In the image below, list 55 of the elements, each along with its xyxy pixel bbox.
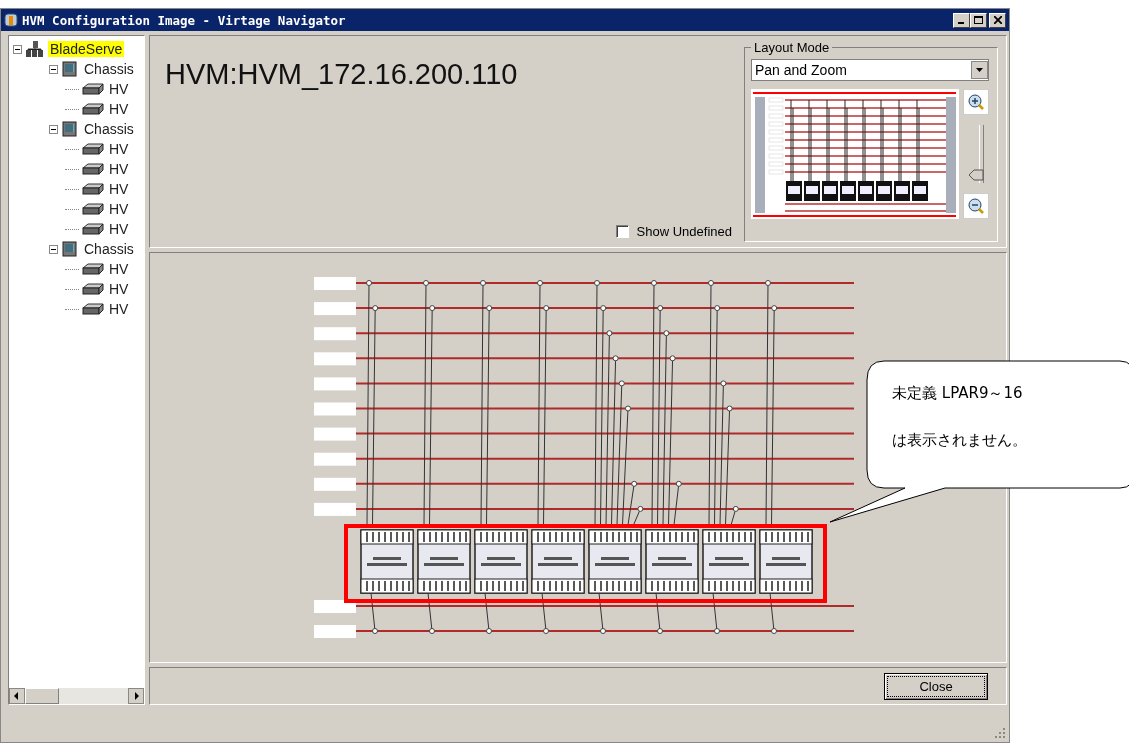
chassis-icon <box>61 120 79 138</box>
blade-server-icon <box>82 83 104 95</box>
horizontal-scrollbar[interactable] <box>9 688 144 704</box>
tree-item[interactable]: HV <box>107 201 131 217</box>
collapse-icon[interactable] <box>49 124 58 134</box>
group-legend: Layout Mode <box>751 40 833 55</box>
callout-text: 未定義 LPAR9～16 <box>892 384 1024 403</box>
callout-text: は表示されません。 <box>892 431 1027 450</box>
blade-server-icon <box>82 203 104 215</box>
resize-grip-icon[interactable] <box>994 727 1006 739</box>
tree-item[interactable]: HV <box>107 281 131 297</box>
tree-item[interactable]: HV <box>107 261 131 277</box>
tree-item[interactable]: HV <box>107 101 131 117</box>
collapse-icon[interactable] <box>49 64 58 74</box>
chassis-icon <box>61 240 79 258</box>
collapse-icon[interactable] <box>49 244 58 254</box>
hvm-heading: HVM:HVM_172.16.200.110 <box>165 58 519 91</box>
tree-item[interactable]: HV <box>107 161 131 177</box>
blade-server-icon <box>82 223 104 235</box>
zoom-out-button[interactable] <box>963 193 989 219</box>
app-icon <box>4 13 18 27</box>
blade-server-icon <box>82 143 104 155</box>
tree-item[interactable]: HV <box>107 141 131 157</box>
blade-server-icon <box>82 303 104 315</box>
scroll-left-icon[interactable] <box>9 688 25 704</box>
tree-item[interactable]: HV <box>107 181 131 197</box>
scroll-right-icon[interactable] <box>128 688 144 704</box>
blade-server-icon <box>82 163 104 175</box>
tree-item[interactable]: HV <box>107 301 131 317</box>
close-button[interactable] <box>989 12 1006 28</box>
blade-server-icon <box>82 263 104 275</box>
slider-thumb[interactable] <box>968 168 984 181</box>
collapse-icon[interactable] <box>13 44 22 54</box>
zoom-in-button[interactable] <box>963 89 989 115</box>
maximize-icon <box>974 16 983 24</box>
layout-mode-dropdown[interactable]: Pan and Zoom <box>751 59 989 81</box>
minimize-button[interactable] <box>953 12 970 28</box>
server-icon <box>25 40 45 58</box>
tree-item[interactable]: Chassis <box>82 241 136 257</box>
tree-item[interactable]: Chassis <box>82 121 136 137</box>
close-dialog-button[interactable]: Close <box>884 672 988 700</box>
blade-server-icon <box>82 103 104 115</box>
overview-map-drawing[interactable] <box>751 89 959 219</box>
scrollbar-thumb[interactable] <box>25 688 59 704</box>
blade-server-icon <box>82 283 104 295</box>
chassis-icon <box>61 60 79 78</box>
show-undefined-checkbox[interactable]: Show Undefined <box>615 224 732 239</box>
window-title: HVM Configuration Image - Virtage Navigator <box>22 12 347 28</box>
tree-item[interactable]: HV <box>107 221 131 237</box>
blade-server-icon <box>82 183 104 195</box>
maximize-button[interactable] <box>970 12 987 28</box>
tree-item[interactable]: Chassis <box>82 61 136 77</box>
tree-item[interactable]: HV <box>107 81 131 97</box>
close-icon <box>993 16 1002 24</box>
tree-item[interactable]: BladeServe <box>48 41 125 57</box>
